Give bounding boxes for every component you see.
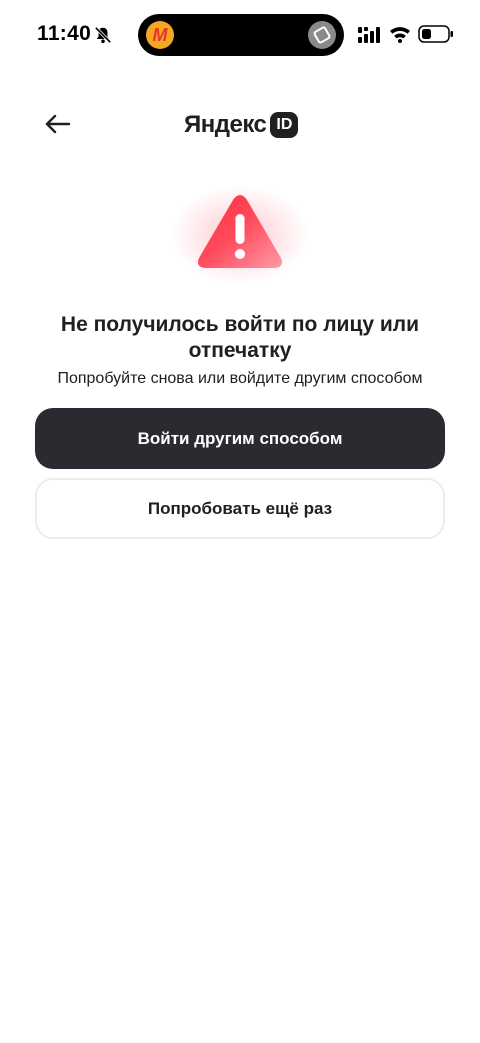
bell-off-icon	[94, 26, 112, 44]
dynamic-island[interactable]: M	[138, 14, 344, 56]
status-time: 11:40	[37, 22, 92, 45]
back-button[interactable]	[38, 106, 78, 142]
battery-icon	[418, 25, 453, 43]
error-subtitle: Попробуйте снова или войдите другим спос…	[57, 370, 423, 387]
island-activity-icon[interactable]	[308, 21, 336, 49]
brand-name: Яндекс	[184, 111, 267, 138]
island-app-letter: M	[152, 24, 168, 45]
screen: 11:40 M Яндекс ID Не получилось войти по…	[0, 0, 480, 1043]
error-title: Не получилось войти по лицу или отпечатк…	[60, 313, 420, 362]
status-bar: 11:40 M	[0, 0, 480, 70]
island-app-icon[interactable]: M	[146, 21, 174, 49]
wifi-icon	[390, 27, 410, 43]
try-again-button[interactable]: Попробовать ещё раз	[35, 478, 445, 539]
arrow-left-icon	[45, 114, 71, 134]
brand-id-badge: ID	[270, 112, 299, 138]
tag-icon	[313, 26, 331, 44]
cellular-signal-icon	[358, 27, 380, 43]
yandex-id-logo: Яндекс ID	[184, 110, 299, 140]
sign-in-other-way-button[interactable]: Войти другим способом	[35, 408, 445, 469]
warning-triangle-icon	[198, 195, 282, 268]
warning-illustration	[160, 180, 320, 290]
